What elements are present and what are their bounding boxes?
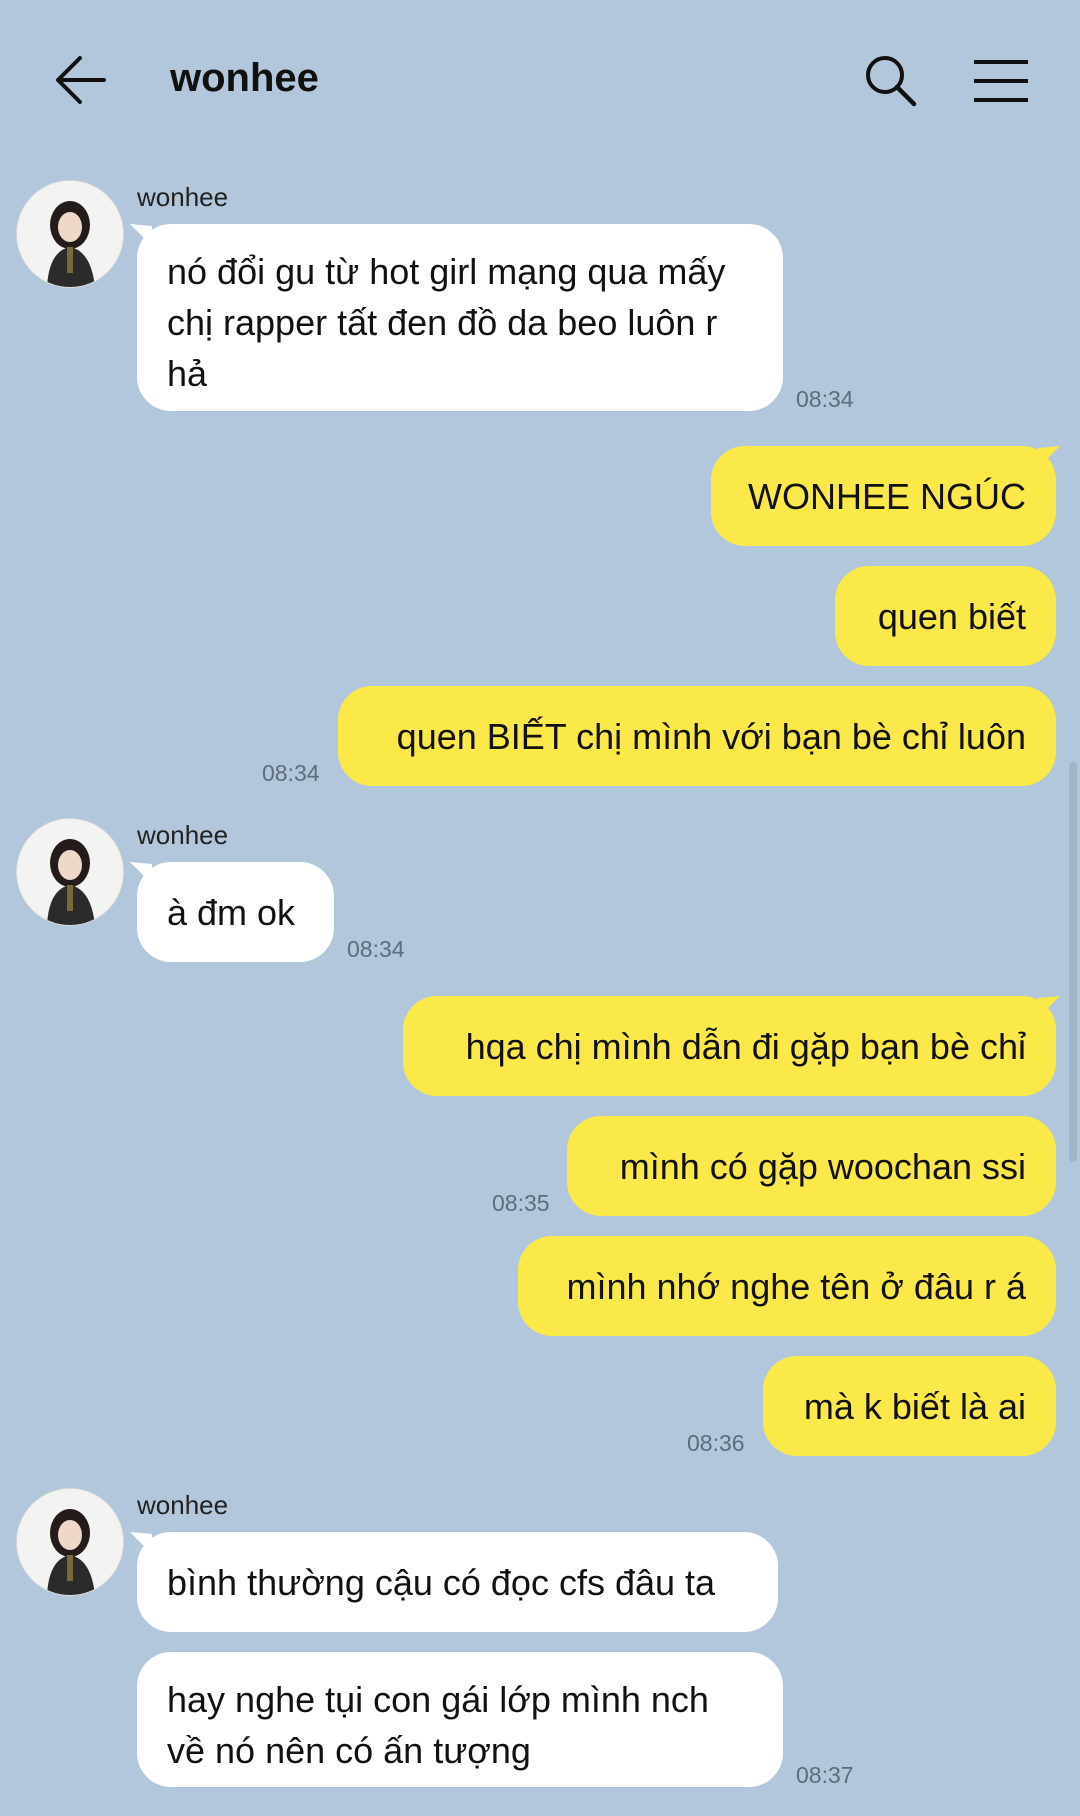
arrow-left-icon xyxy=(56,56,106,104)
chat-title: wonhee xyxy=(170,56,319,100)
sender-name: wonhee xyxy=(137,820,229,850)
message-time: 08:34 xyxy=(262,760,320,786)
message-bubble-outgoing[interactable]: hqa chị mình dẫn đi gặp bạn bè chỉ xyxy=(403,996,1056,1096)
back-button[interactable] xyxy=(52,52,112,108)
profile-photo xyxy=(17,1489,123,1595)
sender-name: wonhee xyxy=(137,182,229,212)
message-time: 08:34 xyxy=(796,386,854,412)
sender-name: wonhee xyxy=(137,1490,229,1520)
message-bubble-incoming[interactable]: nó đổi gu từ hot girl mạng qua mấy chị r… xyxy=(137,224,783,411)
avatar[interactable] xyxy=(16,1488,124,1596)
message-time: 08:37 xyxy=(796,1762,854,1788)
message-time: 08:35 xyxy=(492,1190,550,1216)
avatar[interactable] xyxy=(16,180,124,288)
message-bubble-outgoing[interactable]: quen BIẾT chị mình với bạn bè chỉ luôn xyxy=(338,686,1056,786)
message-bubble-incoming[interactable]: hay nghe tụi con gái lớp mình nch về nó … xyxy=(137,1652,783,1787)
message-bubble-outgoing[interactable]: mà k biết là ai xyxy=(763,1356,1056,1456)
message-time: 08:36 xyxy=(687,1430,745,1456)
message-bubble-outgoing[interactable]: mình có gặp woochan ssi xyxy=(567,1116,1056,1216)
message-bubble-incoming[interactable]: bình thường cậu có đọc cfs đâu ta xyxy=(137,1532,778,1632)
message-bubble-outgoing[interactable]: quen biết xyxy=(835,566,1056,666)
profile-photo xyxy=(17,181,123,287)
chat-header: wonhee xyxy=(0,0,1080,160)
message-bubble-outgoing[interactable]: WONHEE NGÚC xyxy=(711,446,1056,546)
menu-button[interactable] xyxy=(970,56,1032,106)
profile-photo xyxy=(17,819,123,925)
avatar[interactable] xyxy=(16,818,124,926)
search-icon xyxy=(866,56,917,107)
message-bubble-outgoing[interactable]: mình nhớ nghe tên ở đâu r á xyxy=(518,1236,1056,1336)
message-bubble-incoming[interactable]: à đm ok xyxy=(137,862,334,962)
message-time: 08:34 xyxy=(347,936,405,962)
scrollbar[interactable] xyxy=(1069,762,1077,1162)
search-button[interactable] xyxy=(862,52,918,108)
hamburger-menu-icon xyxy=(974,60,1028,102)
